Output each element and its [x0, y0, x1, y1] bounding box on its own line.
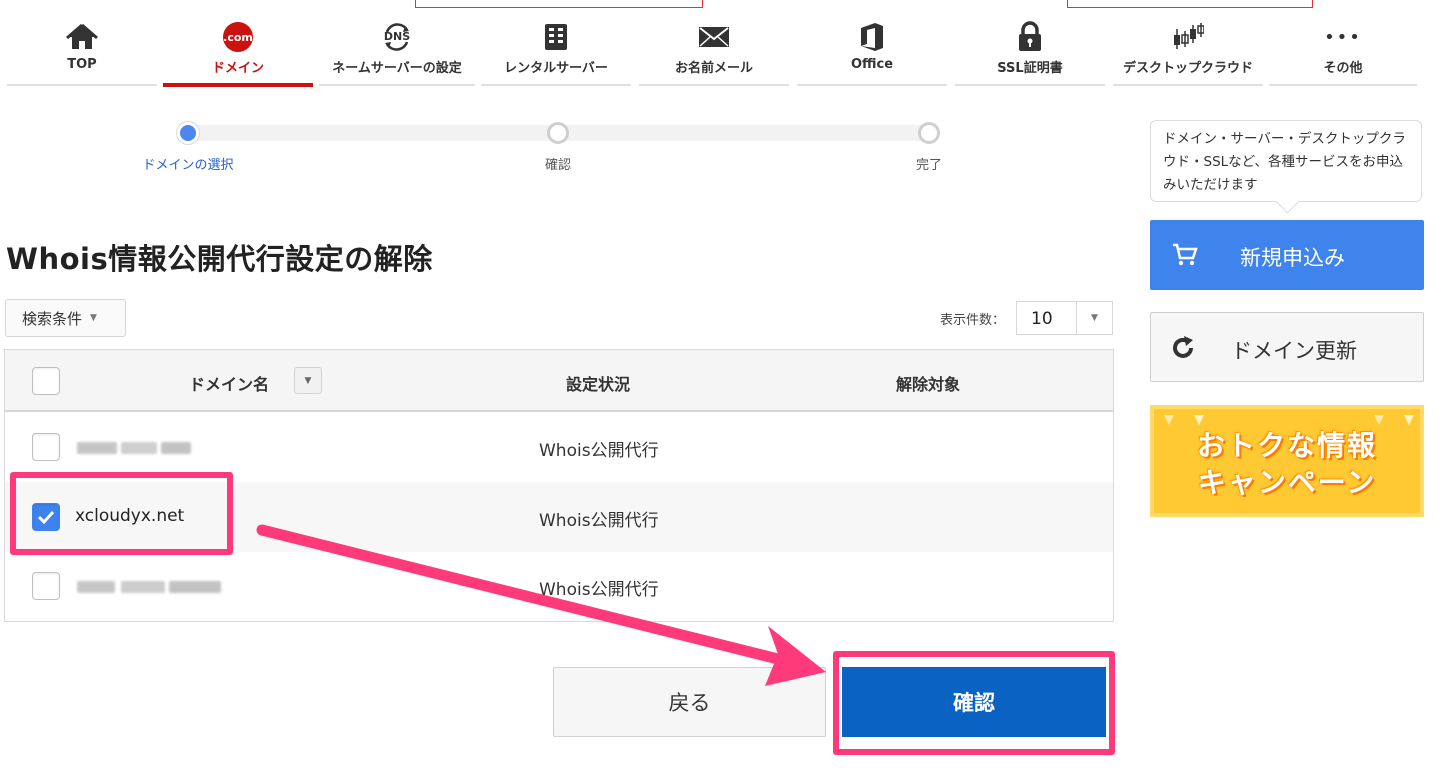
highlight-confirm-button: [833, 651, 1115, 755]
table-row[interactable]: Whois公開代行: [5, 551, 1113, 621]
nav-item-office[interactable]: Office: [794, 0, 950, 86]
row-status: Whois公開代行: [539, 441, 659, 461]
bunting-flag: [1164, 415, 1174, 425]
office-icon: [794, 22, 950, 52]
mail-icon: [636, 22, 792, 52]
bunting-flag: [1374, 415, 1384, 425]
nav-item-mail[interactable]: お名前メール: [636, 0, 792, 86]
nav-underline: [481, 84, 631, 86]
cart-icon: [1172, 243, 1198, 271]
lock-icon: [952, 21, 1108, 52]
row-status: Whois公開代行: [539, 511, 659, 531]
nav-label-ssl: SSL証明書: [997, 61, 1063, 76]
perpage-value: 10: [1031, 309, 1053, 329]
domain-renew-button[interactable]: ドメイン更新: [1150, 312, 1424, 382]
bunting-flag: [1194, 415, 1204, 425]
nav-underline: [639, 84, 789, 86]
step-dot-complete: [918, 122, 940, 144]
campaign-banner-text: おトクな情報 キャンペーン: [1154, 427, 1420, 501]
nav-item-ssl[interactable]: SSL証明書: [952, 0, 1108, 86]
nav-underline: [797, 84, 947, 86]
new-application-label: 新規申込み: [1240, 246, 1345, 270]
campaign-line-2: キャンペーン: [1197, 466, 1377, 499]
server-icon: [478, 22, 634, 52]
nav-underline: [1113, 84, 1263, 86]
progress-stepper: ドメインの選択 確認 完了: [0, 118, 1120, 178]
step-label-confirm: 確認: [544, 158, 572, 173]
nav-underline: [7, 84, 157, 86]
nav-label-more: その他: [1323, 61, 1363, 76]
column-header-target: 解除対象: [896, 375, 961, 394]
nav-item-top[interactable]: TOP: [4, 0, 160, 86]
chart-icon: [1110, 22, 1266, 52]
nav-label-rental-server: レンタルサーバー: [504, 61, 608, 76]
step-label-select: ドメインの選択: [142, 158, 234, 173]
step-dot-confirm: [547, 122, 569, 144]
step-dot-select: [177, 122, 199, 144]
domain-renew-label: ドメイン更新: [1231, 339, 1357, 363]
dns-badge: DNS: [383, 30, 411, 43]
search-conditions-button[interactable]: 検索条件 ▼: [5, 299, 126, 337]
more-icon: •••: [1266, 22, 1420, 52]
campaign-line-1: おトクな情報: [1196, 429, 1377, 462]
nav-underline: [1269, 84, 1417, 86]
nav-underline: [955, 84, 1105, 86]
sort-dropdown-button[interactable]: ▼: [294, 367, 322, 394]
nav-label-nameserver: ネームサーバーの設定: [332, 61, 462, 76]
bunting-flag: [1404, 415, 1414, 425]
table-header: ドメイン名 ▼ 設定状況 解除対象: [5, 350, 1113, 412]
chevron-down-icon: ▼: [90, 313, 97, 323]
dotcom-icon: .com: [160, 22, 316, 52]
dotcom-badge: .com: [223, 22, 253, 52]
row-checkbox[interactable]: [32, 433, 60, 461]
nav-item-domain[interactable]: .com ドメイン: [160, 0, 316, 87]
nav-label-desktop-cloud: デスクトップクラウド: [1122, 61, 1253, 76]
perpage-select[interactable]: 10 ▼: [1016, 301, 1113, 335]
search-conditions-label: 検索条件: [22, 309, 83, 328]
nav-label-domain: ドメイン: [211, 61, 264, 76]
perpage-label: 表示件数：: [940, 313, 1006, 328]
services-tooltip: ドメイン・サーバー・デスクトップクラウド・SSLなど、各種サービスをお申込みいた…: [1150, 120, 1422, 202]
nav-item-nameserver[interactable]: DNS ネームサーバーの設定: [316, 0, 478, 86]
nav-underline-active: [163, 83, 313, 87]
new-application-button[interactable]: 新規申込み: [1150, 220, 1424, 290]
top-navigation: TOP .com ドメイン DNS ネームサーバーの設定 レンタルサーバー お名…: [0, 0, 1449, 90]
nav-underline: [319, 84, 475, 86]
nav-label-office: Office: [850, 57, 894, 72]
page-title: Whois情報公開代行設定の解除: [6, 242, 433, 276]
nav-item-more[interactable]: ••• その他: [1266, 0, 1420, 86]
nav-label-mail: お名前メール: [674, 61, 753, 76]
home-icon: [4, 22, 160, 52]
row-status: Whois公開代行: [539, 580, 659, 600]
nav-item-rental-server[interactable]: レンタルサーバー: [478, 0, 634, 86]
chevron-down-icon: ▼: [304, 375, 312, 386]
row-checkbox[interactable]: [32, 572, 60, 600]
dns-icon: DNS: [316, 22, 478, 52]
more-glyph: •••: [1324, 26, 1362, 48]
column-header-domain: ドメイン名: [189, 375, 270, 394]
nav-item-desktop-cloud[interactable]: デスクトップクラウド: [1110, 0, 1266, 86]
chevron-down-icon: ▼: [1076, 302, 1112, 334]
select-all-checkbox[interactable]: [32, 367, 60, 395]
campaign-banner[interactable]: おトクな情報 キャンペーン: [1150, 405, 1424, 517]
step-label-complete: 完了: [915, 158, 943, 173]
refresh-icon: [1171, 336, 1195, 364]
column-header-status: 設定状況: [566, 375, 631, 394]
back-button[interactable]: 戻る: [553, 667, 826, 737]
nav-label-top: TOP: [67, 57, 97, 72]
highlight-selected-row: [10, 472, 233, 555]
